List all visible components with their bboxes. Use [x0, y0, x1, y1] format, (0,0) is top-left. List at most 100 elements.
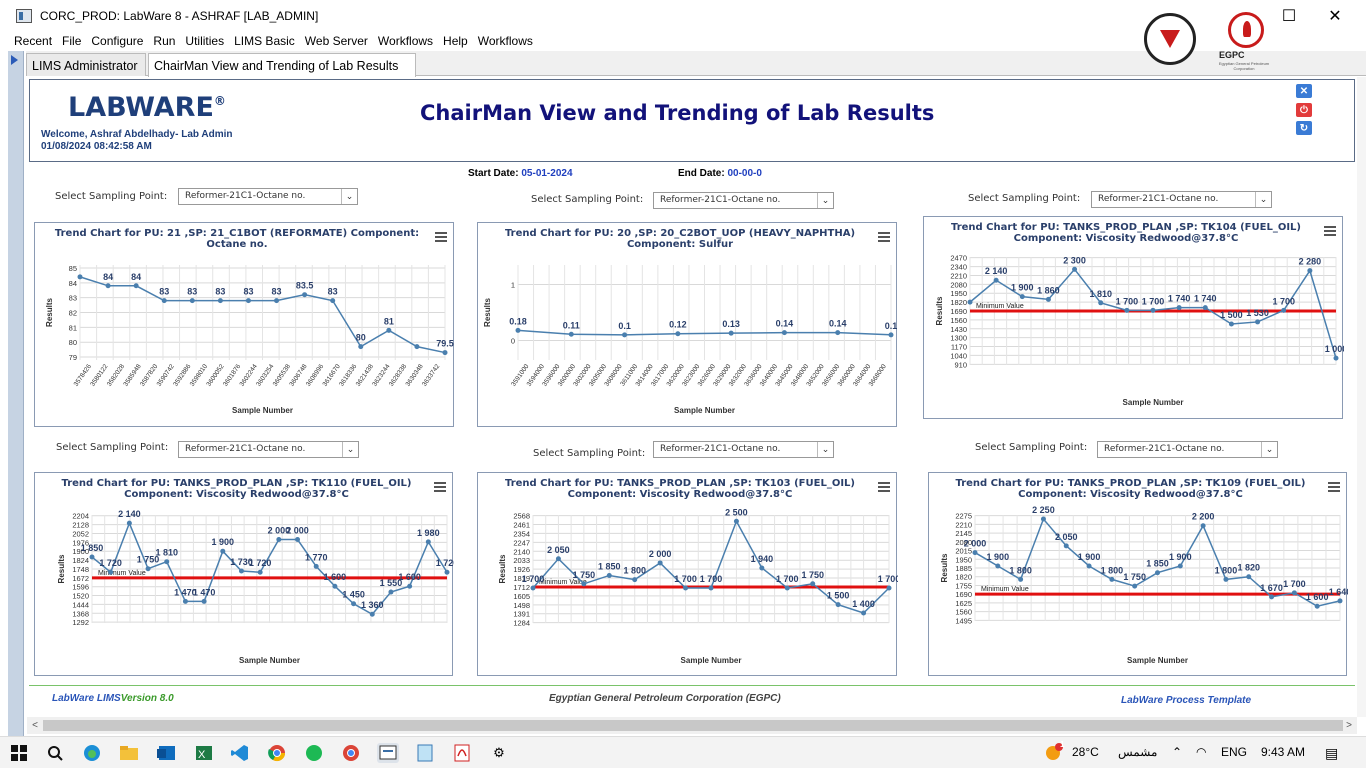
chart-svg-2: 1035910003594000359600036000003602000360…	[483, 265, 898, 415]
pdf-reader-icon[interactable]	[451, 743, 473, 763]
menu-workflows[interactable]: Workflows	[378, 34, 433, 48]
sampling-point-select-1[interactable]: Reformer-21C1-Octane no. ⌄	[178, 188, 358, 205]
data-point	[189, 298, 195, 304]
sampling-point-select-2[interactable]: Reformer-21C1-Octane no. ⌄	[653, 192, 834, 209]
data-label: 1 700	[1142, 296, 1165, 306]
data-point	[1072, 266, 1078, 272]
data-point	[657, 560, 663, 566]
chevron-down-icon[interactable]: ⌄	[1255, 192, 1271, 207]
menu-utilities[interactable]: Utilities	[185, 34, 224, 48]
footer-template: LabWare Process Template	[1121, 695, 1252, 706]
chevron-down-icon[interactable]: ⌄	[342, 442, 358, 457]
data-label: 80	[356, 333, 366, 343]
data-label: 1 720	[436, 558, 454, 568]
close-view-icon[interactable]: ✕	[1296, 84, 1312, 98]
windows-start-icon[interactable]	[8, 743, 30, 763]
power-icon[interactable]: ⏻	[1296, 103, 1312, 117]
menu-recent[interactable]: Recent	[14, 34, 52, 48]
settings-gear-icon[interactable]: ⚙	[488, 743, 510, 763]
menu-lims-basic[interactable]: LIMS Basic	[234, 34, 295, 48]
data-label: 1 900	[212, 537, 235, 547]
menu-web-server[interactable]: Web Server	[305, 34, 368, 48]
menu-help[interactable]: Help	[443, 34, 468, 48]
notification-icon[interactable]: ▤	[1325, 745, 1338, 762]
data-point	[217, 298, 223, 304]
data-point	[332, 583, 338, 589]
data-point	[581, 581, 587, 587]
maximize-button[interactable]: ☐	[1266, 0, 1312, 31]
menu-file[interactable]: File	[62, 34, 81, 48]
chevron-up-icon[interactable]: ⌃	[1172, 745, 1182, 759]
menu-workflows-2[interactable]: Workflows	[478, 34, 533, 48]
data-label: 0.18	[509, 316, 527, 326]
excel-icon[interactable]: X	[192, 743, 214, 763]
search-icon[interactable]	[44, 743, 66, 763]
data-point	[835, 602, 841, 608]
data-point	[295, 537, 301, 543]
menu-configure[interactable]: Configure	[91, 34, 143, 48]
close-button[interactable]: ✕	[1312, 0, 1358, 31]
y-tick-label: 84	[69, 279, 77, 288]
data-label: 0.12	[669, 320, 687, 330]
tab-chairman-view[interactable]: ChairMan View and Trending of Lab Result…	[148, 53, 416, 77]
chevron-down-icon[interactable]: ⌄	[817, 193, 833, 208]
chrome-icon[interactable]	[266, 743, 288, 763]
login-datetime: 01/08/2024 08:42:58 AM	[41, 141, 152, 152]
chevron-down-icon[interactable]: ⌄	[341, 189, 357, 204]
sampling-point-select-5[interactable]: Reformer-21C1-Octane no. ⌄	[653, 441, 834, 458]
clock[interactable]: 9:43 AM	[1261, 745, 1305, 759]
data-point	[369, 611, 375, 617]
data-label: 1 470	[193, 587, 216, 597]
expand-arrow-icon[interactable]	[11, 55, 18, 65]
spotify-icon[interactable]	[303, 743, 325, 763]
data-point	[276, 537, 282, 543]
notepad-icon[interactable]	[414, 743, 436, 763]
vertical-scrollbar[interactable]	[1357, 77, 1366, 717]
data-label: 1 720	[249, 558, 272, 568]
data-point	[1109, 576, 1115, 582]
side-expander[interactable]	[8, 51, 24, 736]
y-tick-label: 2340	[950, 263, 967, 272]
data-point	[1177, 563, 1183, 569]
y-tick-label: 2128	[72, 521, 89, 530]
data-label: 0.1	[885, 321, 898, 331]
data-point	[1155, 570, 1160, 576]
chrome-profile-icon[interactable]	[340, 743, 362, 763]
refresh-icon[interactable]: ↻	[1296, 121, 1312, 135]
data-point	[77, 274, 83, 280]
data-label: 0.13	[722, 319, 740, 329]
data-label: 1 700	[1116, 296, 1139, 306]
data-point	[728, 330, 734, 336]
sampling-point-select-4[interactable]: Reformer-21C1-Octane no. ⌄	[178, 441, 359, 458]
sampling-point-select-3[interactable]: Reformer-21C1-Octane no. ⌄	[1091, 191, 1272, 208]
chevron-down-icon[interactable]: ⌄	[817, 442, 833, 457]
scroll-left-icon[interactable]: <	[27, 717, 43, 734]
horizontal-scrollbar[interactable]: < >	[27, 717, 1357, 734]
data-point	[784, 585, 790, 591]
data-point	[330, 298, 336, 304]
sampling-point-select-6[interactable]: Reformer-21C1-Octane no. ⌄	[1097, 441, 1278, 458]
scroll-thumb[interactable]	[43, 720, 1343, 731]
outlook-icon[interactable]	[155, 743, 177, 763]
weather-text: مشمس	[1118, 745, 1158, 759]
edge-icon[interactable]	[81, 743, 103, 763]
file-explorer-icon[interactable]	[118, 743, 140, 763]
page-footer: LabWare LIMSVersion 8.0 Egyptian General…	[29, 685, 1355, 715]
wifi-icon[interactable]: ◠	[1196, 745, 1206, 759]
tab-lims-administrator[interactable]: LIMS Administrator	[26, 53, 146, 76]
data-label: 83	[328, 287, 338, 297]
start-date-value: 05-01-2024	[521, 168, 573, 179]
labware-app-icon[interactable]	[377, 743, 399, 763]
data-label: 1 400	[852, 599, 875, 609]
data-point	[161, 298, 167, 304]
vscode-icon[interactable]	[229, 743, 251, 763]
y-tick-label: 1605	[513, 592, 530, 601]
scroll-right-icon[interactable]: >	[1341, 717, 1357, 734]
data-label: 1 850	[1146, 559, 1169, 569]
chevron-down-icon[interactable]: ⌄	[1261, 442, 1277, 457]
data-label: 83	[243, 287, 253, 297]
menu-run[interactable]: Run	[153, 34, 175, 48]
y-tick-label: 2052	[72, 529, 89, 538]
data-point	[1086, 563, 1092, 569]
language-indicator[interactable]: ENG	[1221, 745, 1247, 759]
